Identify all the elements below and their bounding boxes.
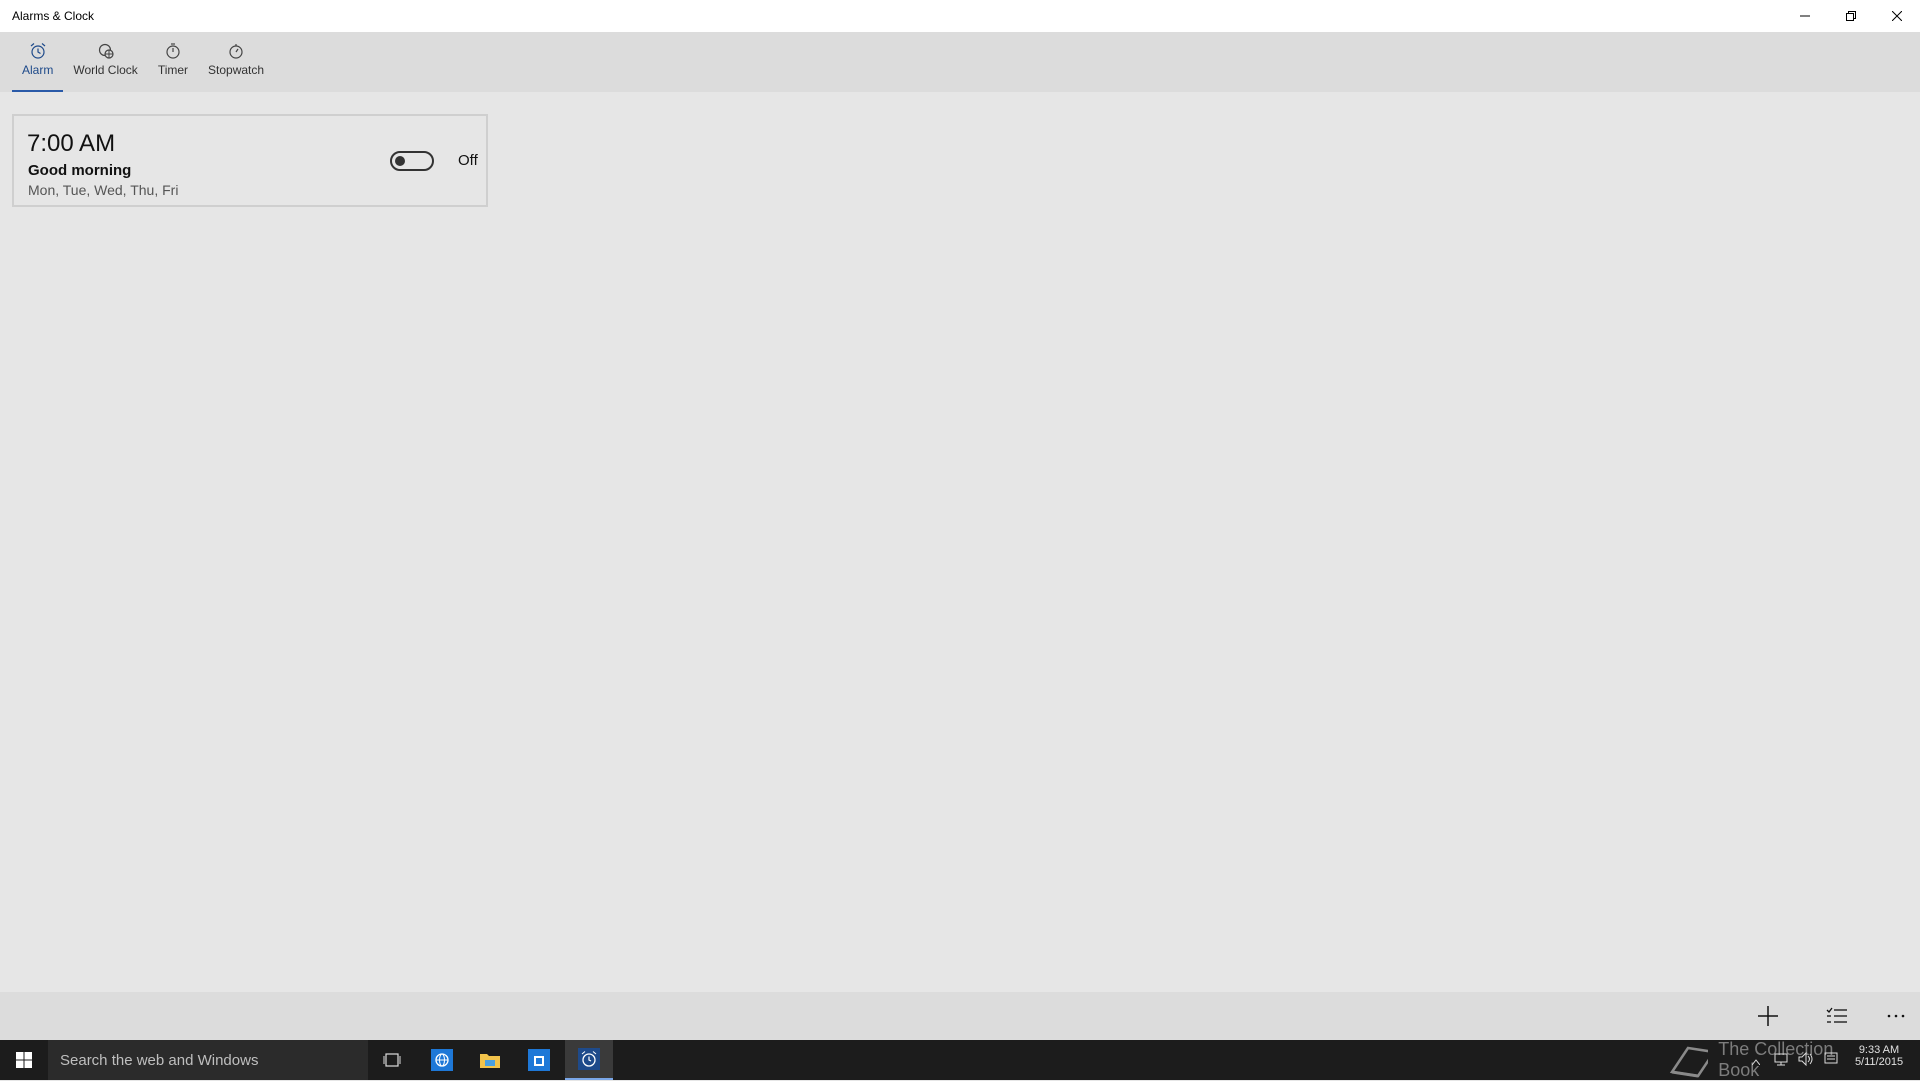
alarm-days: Mon, Tue, Wed, Thu, Fri [28,182,179,198]
edge-icon [431,1049,453,1071]
alarm-clock-icon [30,43,46,59]
restore-icon [1846,11,1856,21]
alarms-icon [578,1048,600,1070]
tab-strip: Alarm World Clock Timer Stopwatch [0,32,1920,92]
select-list-icon [1826,1007,1847,1023]
taskbar-search[interactable]: Search the web and Windows [48,1040,368,1080]
timer-icon [166,43,180,59]
alarm-name: Good morning [28,162,132,179]
tab-alarm-label: Alarm [22,63,54,77]
task-view-icon [383,1053,401,1067]
alarms-button[interactable] [565,1040,613,1080]
tab-stopwatch[interactable]: Stopwatch [198,32,274,92]
more-button[interactable] [1866,992,1920,1040]
search-placeholder: Search the web and Windows [60,1051,259,1069]
alarm-time: 7:00 AM [27,130,116,157]
minimize-icon [1800,15,1810,17]
clock-date: 5/11/2015 [1854,1056,1904,1068]
close-button[interactable] [1874,0,1920,32]
volume-button[interactable] [1798,1051,1814,1071]
taskbar: Search the web and Windows The Collectio… [0,1039,1920,1080]
alarm-toggle[interactable] [390,151,434,171]
alarm-card[interactable]: 7:00 AM Good morning Mon, Tue, Wed, Thu,… [12,114,488,207]
chevron-up-icon [1751,1059,1761,1066]
add-icon [1758,1006,1778,1026]
minimize-button[interactable] [1782,0,1828,32]
tab-stopwatch-label: Stopwatch [208,63,265,77]
network-icon [1774,1053,1788,1066]
window-title: Alarms & Clock [12,9,95,23]
network-button[interactable] [1774,1052,1788,1071]
tab-alarm[interactable]: Alarm [12,32,64,92]
tab-timer-label: Timer [157,63,189,77]
tray-overflow-icon[interactable] [1751,1052,1761,1070]
stopwatch-icon [229,44,243,59]
start-button[interactable] [0,1040,48,1080]
toggle-knob [395,156,405,166]
store-button[interactable] [515,1040,563,1080]
title-bar: Alarms & Clock [0,0,1920,32]
tab-world-clock[interactable]: World Clock [63,32,147,92]
book-logo-icon [1669,1046,1709,1078]
notification-icon [1824,1052,1838,1064]
taskbar-clock[interactable]: 9:33 AM 5/11/2015 [1848,1044,1910,1068]
select-alarms-button[interactable] [1807,992,1867,1040]
tab-timer[interactable]: Timer [148,32,198,92]
windows-logo-icon [16,1052,32,1068]
alarm-toggle-state: Off [458,152,478,169]
file-explorer-button[interactable] [466,1040,514,1080]
store-icon [528,1049,550,1071]
add-alarm-button[interactable] [1738,992,1798,1040]
alarm-list: 7:00 AM Good morning Mon, Tue, Wed, Thu,… [0,92,1920,992]
file-explorer-icon [480,1054,500,1068]
close-icon [1892,11,1902,21]
tab-world-clock-label: World Clock [73,63,138,77]
restore-button[interactable] [1828,0,1874,32]
action-center-button[interactable] [1824,1052,1838,1071]
more-icon [1887,1014,1905,1018]
command-bar [0,992,1920,1040]
window-controls [1782,0,1920,32]
task-view-button[interactable] [368,1040,416,1080]
edge-button[interactable] [418,1040,466,1080]
clock-time: 9:33 AM [1858,1044,1900,1056]
globe-clock-icon [98,43,114,59]
volume-icon [1798,1051,1813,1067]
